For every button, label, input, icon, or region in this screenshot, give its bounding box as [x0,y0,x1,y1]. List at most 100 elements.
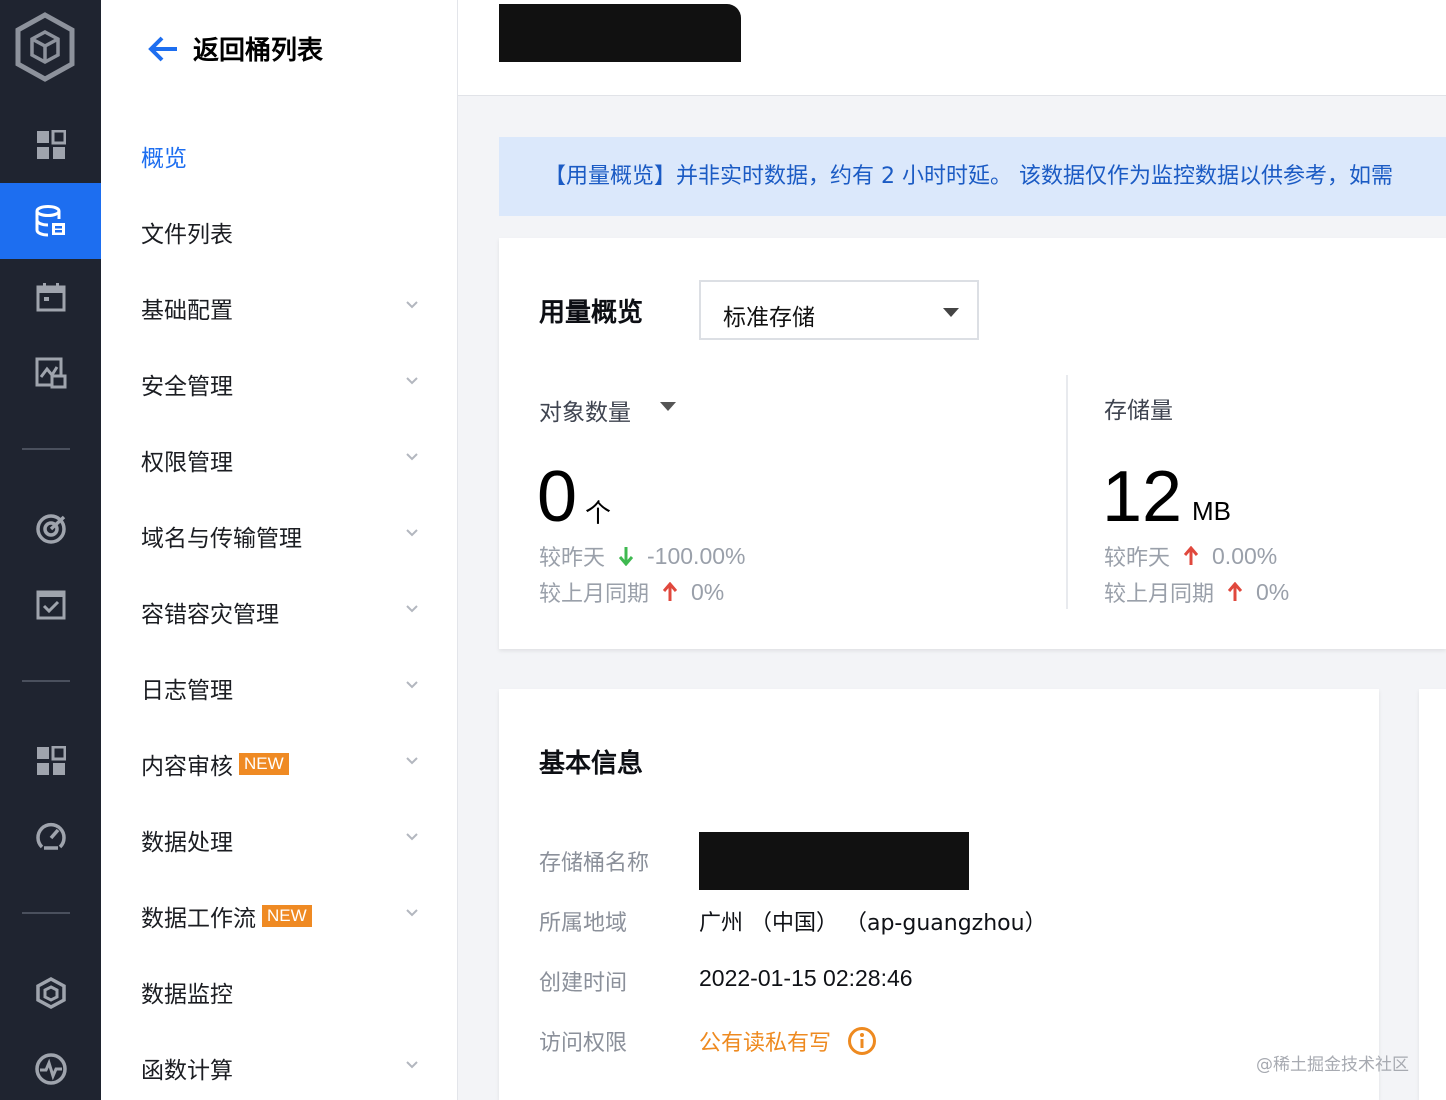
chevron-down-icon [406,377,418,385]
nav-item-data-processing[interactable]: 数据处理 [101,802,457,878]
object-vs-yesterday: 较昨天 -100.00% [539,540,745,572]
usage-overview-card: 用量概览 标准存储 对象数量 0 个 较昨天 -100.00% 较上月同期 0%… [499,238,1446,649]
storage-class-select[interactable]: 标准存储 [699,280,979,340]
nav-item-label: 基础配置 [141,298,233,324]
rail-dashboard-gauge-icon[interactable] [0,799,101,875]
nav-item-disaster-recovery[interactable]: 容错容灾管理 [101,574,457,650]
rail-pulse-icon[interactable] [0,1031,101,1100]
vs-yesterday-value: -100.00% [647,542,746,569]
nav-item-label: 日志管理 [141,678,233,704]
arrow-up-icon [663,582,678,601]
redacted-bucket-title [499,4,741,62]
arrow-up-icon [1228,582,1243,601]
nav-item-label: 内容审核 [141,754,233,780]
redacted-bucket-name [699,832,969,890]
vs-yesterday-label: 较昨天 [1104,546,1171,571]
basic-info-card: 基本信息 存储桶名称 所属地域 广州 （中国） （ap-guangzhou） 创… [499,689,1379,1100]
vs-yesterday-value: 0.00% [1212,542,1278,569]
info-icon[interactable] [847,1026,877,1056]
chevron-down-icon [406,833,418,841]
side-card-partial [1419,689,1446,1100]
metric-divider [1066,375,1068,609]
access-permission-value[interactable]: 公有读私有写 [699,1025,831,1057]
storage-class-value: 标准存储 [723,305,815,331]
usage-overview-title: 用量概览 [539,298,644,328]
chevron-down-icon [406,529,418,537]
chevron-down-icon [406,605,418,613]
rail-divider [22,680,70,682]
nav-item-label: 权限管理 [141,450,233,476]
bucket-subnav: 返回桶列表 概览 文件列表 基础配置 安全管理 权限管理 域名与传输管理 容错容… [101,0,458,1100]
nav-item-label: 数据监控 [141,982,233,1008]
nav-item-domain-transfer[interactable]: 域名与传输管理 [101,498,457,574]
rail-database-icon[interactable] [0,183,101,259]
chevron-down-icon [406,453,418,461]
nav-item-label: 容错容灾管理 [141,602,279,628]
nav-item-data-monitoring[interactable]: 数据监控 [101,954,457,1030]
nav-item-permissions[interactable]: 权限管理 [101,422,457,498]
arrow-up-icon [1184,546,1199,565]
back-to-bucket-list-link[interactable]: 返回桶列表 [147,30,323,67]
page-header [458,0,1446,96]
storage-size-unit: MB [1192,496,1231,526]
nav-item-security[interactable]: 安全管理 [101,346,457,422]
nav-item-label: 数据工作流 [141,906,256,932]
notice-text: 【用量概览】并非实时数据，约有 2 小时时延。 该数据仅作为监控数据以供参考，如… [544,164,1393,189]
object-count-unit: 个 [585,499,612,529]
icon-rail [0,0,101,1100]
vs-last-month-value: 0% [691,578,725,605]
region-value: 广州 （中国） （ap-guangzhou） [699,911,1047,936]
nav-item-label: 域名与传输管理 [141,526,302,552]
nav-item-basic-config[interactable]: 基础配置 [101,270,457,346]
chevron-down-icon [406,757,418,765]
object-count-value: 0 [537,457,578,537]
nav-item-logs[interactable]: 日志管理 [101,650,457,726]
arrow-left-icon [148,36,177,61]
rail-checkbox-icon[interactable] [0,567,101,643]
caret-down-icon [943,308,959,317]
rail-image-monitor-icon[interactable] [0,335,101,411]
rail-divider [22,448,70,450]
watermark: @稀土掘金技术社区 [1256,1055,1409,1075]
nav-item-label: 概览 [141,146,187,172]
rail-grid-icon[interactable] [0,723,101,799]
rail-grid-icon[interactable] [0,107,101,183]
storage-vs-last-month: 较上月同期 0% [1104,576,1289,608]
storage-size-value: 12 [1102,457,1183,537]
object-count-label: 对象数量 [539,400,631,426]
vs-last-month-label: 较上月同期 [539,582,650,607]
rail-divider [22,912,70,914]
nav-item-function-compute[interactable]: 函数计算 [101,1030,457,1100]
access-permission-row: 公有读私有写 [699,1025,877,1057]
nav-item-content-audit[interactable]: 内容审核 NEW [101,726,457,802]
chevron-down-icon [406,681,418,689]
rail-cube-icon[interactable] [0,955,101,1031]
created-time-value: 2022-01-15 02:28:46 [699,965,913,991]
nav-item-overview[interactable]: 概览 [101,118,457,194]
nav-item-label: 数据处理 [141,830,233,856]
vs-yesterday-label: 较昨天 [539,546,606,571]
chevron-down-icon [406,301,418,309]
nav-item-file-list[interactable]: 文件列表 [101,194,457,270]
chevron-down-icon [406,909,418,917]
usage-delay-notice: 【用量概览】并非实时数据，约有 2 小时时延。 该数据仅作为监控数据以供参考，如… [499,137,1446,216]
chevron-down-icon [406,1061,418,1069]
storage-vs-yesterday: 较昨天 0.00% [1104,540,1277,572]
bucket-name-label: 存储桶名称 [539,851,650,876]
nav-item-label: 文件列表 [141,222,233,248]
object-count-dropdown-icon[interactable] [660,402,676,411]
nav-item-data-workflow[interactable]: 数据工作流 NEW [101,878,457,954]
back-label: 返回桶列表 [193,36,324,66]
nav-item-label: 函数计算 [141,1058,233,1084]
basic-info-title: 基本信息 [539,749,644,779]
rail-radar-icon[interactable] [0,491,101,567]
object-vs-last-month: 较上月同期 0% [539,576,724,608]
cos-logo-icon[interactable] [14,12,76,82]
vs-last-month-label: 较上月同期 [1104,582,1215,607]
rail-calendar-icon[interactable] [0,259,101,335]
access-permission-label: 访问权限 [539,1031,628,1056]
vs-last-month-value: 0% [1256,578,1290,605]
new-badge: NEW [262,905,312,927]
new-badge: NEW [239,753,289,775]
nav-item-label: 安全管理 [141,374,233,400]
